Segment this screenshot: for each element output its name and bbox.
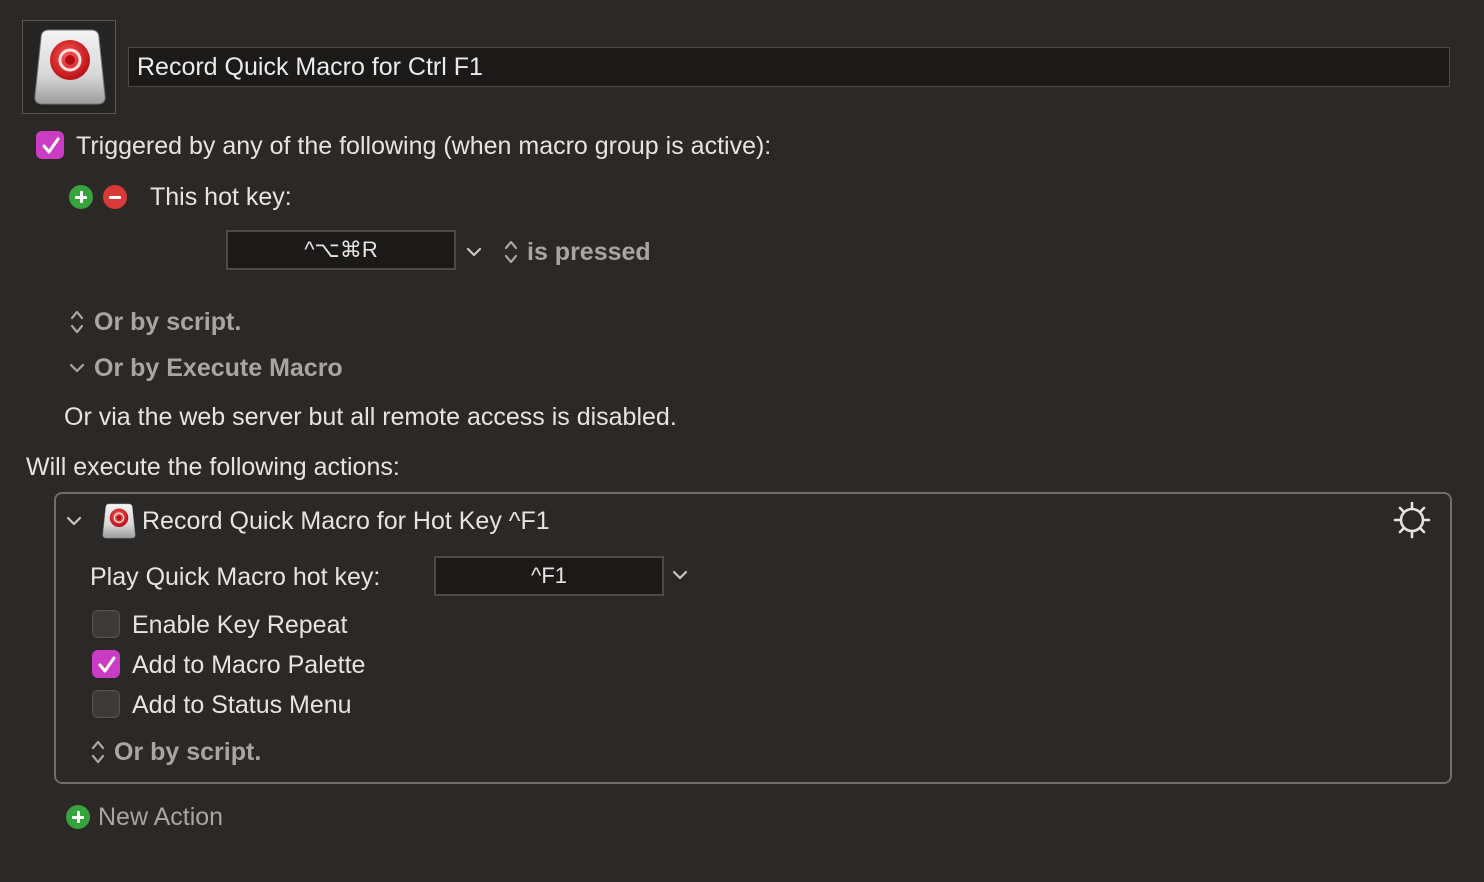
or-by-script-toggle[interactable]: Or by script.	[94, 307, 241, 337]
plus-icon-vertical	[79, 191, 83, 203]
play-hotkey-field[interactable]: ^F1	[434, 556, 664, 596]
macro-name-field[interactable]: Record Quick Macro for Ctrl F1	[128, 47, 1450, 87]
minus-icon	[109, 195, 121, 199]
new-action-label[interactable]: New Action	[98, 802, 223, 832]
up-down-chevron-icon[interactable]	[69, 309, 85, 335]
chevron-down-icon[interactable]	[672, 569, 688, 581]
remove-trigger-button[interactable]	[103, 185, 127, 209]
hotkey-trigger-label: This hot key:	[150, 183, 292, 211]
new-action-button[interactable]	[66, 805, 90, 829]
triggers-heading: Triggered by any of the following (when …	[76, 132, 772, 160]
add-trigger-button[interactable]	[69, 185, 93, 209]
checkmark-icon	[42, 137, 60, 154]
action-title: Record Quick Macro for Hot Key ^F1	[142, 507, 550, 535]
chevron-down-icon[interactable]	[66, 515, 82, 527]
macro-icon-well[interactable]	[22, 20, 116, 114]
gear-icon[interactable]	[1392, 500, 1432, 540]
triggers-enabled-checkbox[interactable]	[36, 131, 64, 159]
up-down-chevron-icon[interactable]	[90, 739, 106, 765]
hotkey-field[interactable]: ^⌥⌘R	[226, 230, 456, 270]
record-button-icon	[34, 29, 106, 105]
enable-key-repeat-label: Enable Key Repeat	[132, 611, 348, 639]
checkmark-icon	[98, 656, 116, 673]
enable-key-repeat-checkbox[interactable]	[92, 610, 120, 638]
chevron-down-icon[interactable]	[466, 246, 482, 258]
action-record-quick-macro[interactable]: Record Quick Macro for Hot Key ^F1 Play …	[54, 492, 1452, 784]
or-by-execute-macro-toggle[interactable]: Or by Execute Macro	[94, 353, 343, 383]
add-to-macro-palette-label: Add to Macro Palette	[132, 651, 366, 679]
action-or-by-script-toggle[interactable]: Or by script.	[114, 737, 261, 767]
add-to-macro-palette-checkbox[interactable]	[92, 650, 120, 678]
up-down-chevron-icon[interactable]	[503, 239, 519, 265]
add-to-status-menu-label: Add to Status Menu	[132, 691, 352, 719]
record-button-icon	[102, 503, 136, 539]
web-server-note: Or via the web server but all remote acc…	[64, 403, 677, 431]
add-to-status-menu-checkbox[interactable]	[92, 690, 120, 718]
play-hotkey-label: Play Quick Macro hot key:	[90, 563, 381, 591]
plus-icon-vertical	[76, 811, 80, 823]
actions-heading: Will execute the following actions:	[26, 453, 400, 481]
hotkey-condition-popup[interactable]: is pressed	[527, 237, 651, 267]
chevron-down-icon[interactable]	[69, 362, 85, 374]
